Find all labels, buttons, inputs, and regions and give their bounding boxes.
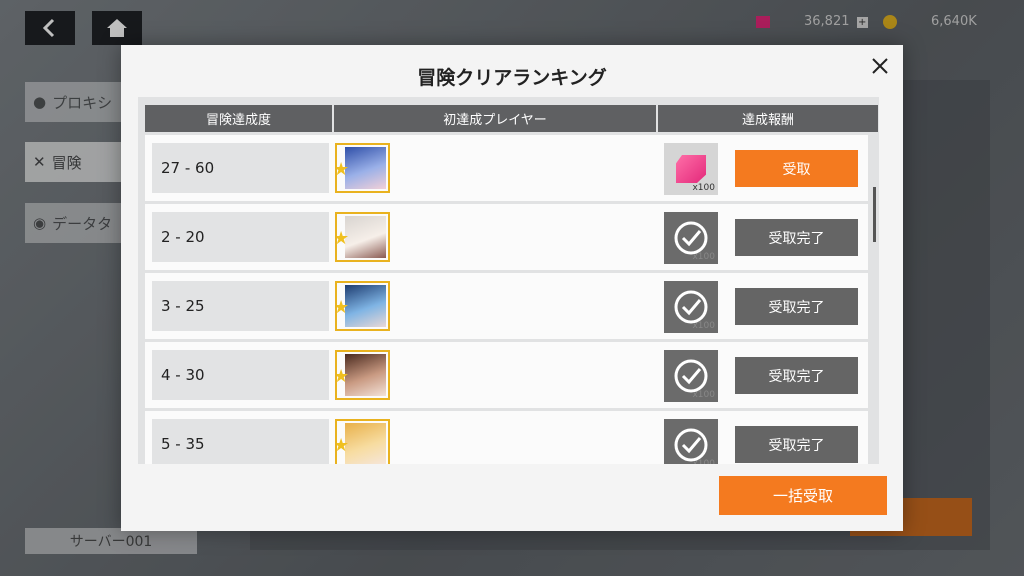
table-row: 4 - 30 ★ x100 受取完了 [145, 342, 868, 408]
player-avatar[interactable]: ★ [335, 419, 390, 464]
player-portrait [345, 285, 386, 327]
ranking-rows: 27 - 60 ★ x100 受取 2 - 20 ★ [145, 135, 868, 464]
ranking-modal: 冒険クリアランキング 冒険達成度 初達成プレイヤー 達成報酬 27 - 60 ★… [121, 45, 903, 531]
table-row: 2 - 20 ★ x100 受取完了 [145, 204, 868, 270]
player-avatar[interactable]: ★ [335, 350, 390, 400]
reward-quantity: x100 [692, 321, 715, 331]
checkmark-icon [674, 290, 708, 324]
checkmark-icon [674, 221, 708, 255]
ranking-table[interactable]: 冒険達成度 初達成プレイヤー 達成報酬 27 - 60 ★ x100 受取 2 [138, 97, 879, 464]
claimed-button[interactable]: 受取完了 [735, 426, 858, 463]
table-row: 27 - 60 ★ x100 受取 [145, 135, 868, 201]
player-avatar[interactable]: ★ [335, 212, 390, 262]
reward-item[interactable]: x100 [664, 419, 718, 464]
player-portrait [345, 423, 386, 464]
claimed-button[interactable]: 受取完了 [735, 357, 858, 394]
stage-label: 4 - 30 [152, 350, 329, 400]
reward-item[interactable]: x100 [664, 281, 718, 333]
star-icon: ★ [337, 366, 349, 387]
checkmark-icon [674, 359, 708, 393]
star-icon: ★ [337, 297, 349, 318]
stage-label: 27 - 60 [152, 143, 329, 193]
reward-quantity: x100 [692, 390, 715, 400]
player-avatar[interactable]: ★ [335, 143, 390, 193]
reward-quantity: x100 [692, 183, 715, 193]
close-icon [872, 58, 888, 74]
reward-quantity: x100 [692, 252, 715, 262]
stage-label: 5 - 35 [152, 419, 329, 464]
column-header-player: 初達成プレイヤー [334, 105, 656, 132]
column-header-rank: 冒険達成度 [145, 105, 332, 132]
reward-quantity: x100 [692, 459, 715, 464]
stage-label: 2 - 20 [152, 212, 329, 262]
claimed-button[interactable]: 受取完了 [735, 219, 858, 256]
reward-item[interactable]: x100 [664, 212, 718, 264]
stage-label: 3 - 25 [152, 281, 329, 331]
column-header-reward: 達成報酬 [658, 105, 878, 132]
scrollbar[interactable] [873, 187, 876, 242]
player-portrait [345, 354, 386, 396]
gem-icon [676, 155, 706, 183]
reward-item[interactable]: x100 [664, 143, 718, 195]
modal-title: 冒険クリアランキング [417, 67, 607, 89]
player-avatar[interactable]: ★ [335, 281, 390, 331]
claimed-button[interactable]: 受取完了 [735, 288, 858, 325]
table-row: 5 - 35 ★ x100 受取完了 [145, 411, 868, 464]
close-button[interactable] [865, 51, 895, 81]
player-portrait [345, 216, 386, 258]
player-portrait [345, 147, 386, 189]
reward-item[interactable]: x100 [664, 350, 718, 402]
table-header: 冒険達成度 初達成プレイヤー 達成報酬 [145, 105, 878, 132]
claim-button[interactable]: 受取 [735, 150, 858, 187]
checkmark-icon [674, 428, 708, 462]
star-icon: ★ [337, 159, 349, 180]
star-icon: ★ [337, 228, 349, 249]
table-row: 3 - 25 ★ x100 受取完了 [145, 273, 868, 339]
star-icon: ★ [337, 435, 349, 456]
claim-all-button[interactable]: 一括受取 [719, 476, 887, 515]
